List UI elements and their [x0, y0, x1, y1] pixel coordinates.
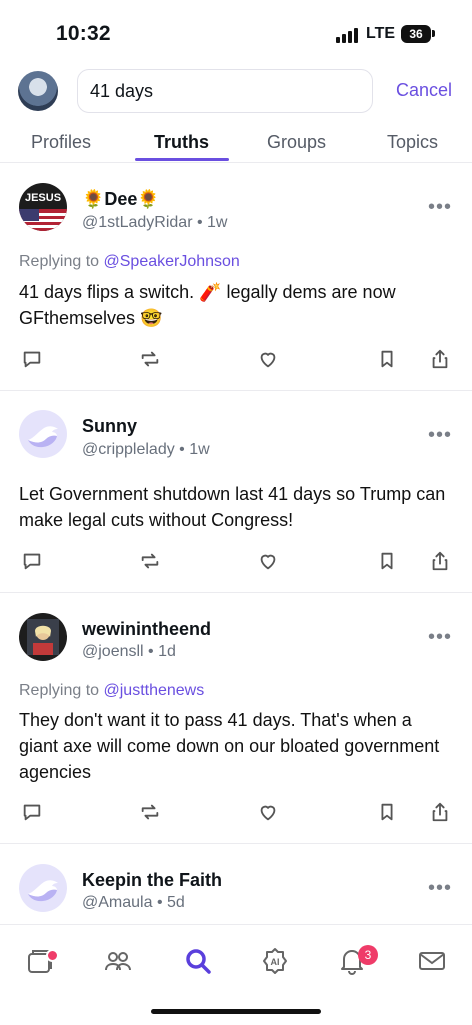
like-icon[interactable]	[255, 346, 281, 372]
active-tab-indicator	[135, 158, 229, 161]
more-options-icon[interactable]: •••	[428, 196, 452, 219]
nav-messages-icon[interactable]	[414, 943, 450, 979]
home-notification-dot	[46, 949, 59, 962]
svg-text:JESUS: JESUS	[25, 192, 61, 204]
tab-topics[interactable]: Topics	[387, 132, 438, 153]
repost-icon[interactable]	[137, 548, 163, 574]
post-actions	[0, 346, 472, 374]
like-icon[interactable]	[255, 799, 281, 825]
post-author-name[interactable]: wewinintheend	[82, 619, 211, 640]
status-time: 10:32	[56, 22, 111, 45]
post-author-name[interactable]: 🌻Dee🌻	[82, 189, 160, 210]
share-icon[interactable]	[427, 548, 453, 574]
network-label: LTE	[366, 25, 396, 42]
status-bar: 10:32 LTE 36	[0, 0, 472, 62]
svg-text:AI: AI	[271, 957, 280, 967]
post-body: Let Government shutdown last 41 days so …	[19, 484, 446, 530]
post-body: They don't want it to pass 41 days. That…	[19, 710, 440, 782]
home-indicator	[151, 1009, 321, 1014]
search-field[interactable]	[77, 69, 373, 113]
reply-icon[interactable]	[19, 346, 45, 372]
repost-icon[interactable]	[137, 346, 163, 372]
reply-icon[interactable]	[19, 799, 45, 825]
post-author-handle: @Amaula • 5d	[82, 894, 185, 911]
post-avatar[interactable]	[19, 613, 67, 661]
post-card[interactable]: Sunny @cripplelady • 1w ••• Let Governme…	[0, 391, 472, 593]
post-avatar[interactable]: JESUS	[19, 183, 67, 231]
eagle-icon	[28, 426, 58, 448]
notifications-badge: 3	[358, 945, 378, 965]
more-options-icon[interactable]: •••	[428, 424, 452, 447]
post-author-name[interactable]: Sunny	[82, 416, 137, 437]
post-body: 41 days flips a switch. 🧨 legally dems a…	[19, 282, 396, 328]
post-author-handle: @1stLadyRidar • 1w	[82, 214, 228, 231]
nav-ai-icon[interactable]: AI	[257, 943, 293, 979]
post-card[interactable]: JESUS 🌻Dee🌻 @1stLadyRidar • 1w ••• Reply…	[0, 163, 472, 391]
user-avatar[interactable]	[18, 71, 58, 111]
reply-icon[interactable]	[19, 548, 45, 574]
bookmark-icon[interactable]	[374, 799, 400, 825]
eagle-icon	[28, 880, 58, 902]
more-options-icon[interactable]: •••	[428, 877, 452, 900]
post-avatar[interactable]	[19, 410, 67, 458]
share-icon[interactable]	[427, 346, 453, 372]
battery-icon: 36	[401, 25, 431, 43]
nav-groups-icon[interactable]	[100, 943, 136, 979]
tab-profiles[interactable]: Profiles	[31, 132, 91, 153]
bookmark-icon[interactable]	[374, 548, 400, 574]
reply-mention-link[interactable]: @SpeakerJohnson	[104, 253, 240, 270]
search-input[interactable]	[88, 79, 352, 103]
search-tabs: Profiles Truths Groups Topics	[0, 128, 472, 163]
post-author-name[interactable]: Keepin the Faith	[82, 870, 222, 891]
post-card[interactable]: wewinintheend @joensll • 1d ••• Replying…	[0, 593, 472, 844]
reply-mention-link[interactable]: @justthenews	[104, 682, 205, 699]
like-icon[interactable]	[255, 548, 281, 574]
post-actions	[0, 799, 472, 827]
post-author-handle: @cripplelady • 1w	[82, 441, 210, 458]
more-options-icon[interactable]: •••	[428, 626, 452, 649]
bookmark-icon[interactable]	[374, 346, 400, 372]
tab-groups[interactable]: Groups	[267, 132, 326, 153]
cancel-button[interactable]: Cancel	[396, 80, 452, 101]
post-card[interactable]: Keepin the Faith @Amaula • 5d •••	[0, 844, 472, 924]
replying-to: Replying to @SpeakerJohnson	[19, 253, 240, 270]
replying-to: Replying to @justthenews	[19, 682, 205, 699]
tab-truths[interactable]: Truths	[154, 132, 209, 153]
nav-search-icon[interactable]	[180, 943, 216, 979]
signal-icon	[336, 28, 358, 43]
post-avatar[interactable]	[19, 864, 67, 912]
share-icon[interactable]	[427, 799, 453, 825]
repost-icon[interactable]	[137, 799, 163, 825]
post-actions	[0, 548, 472, 576]
post-author-handle: @joensll • 1d	[82, 643, 176, 660]
